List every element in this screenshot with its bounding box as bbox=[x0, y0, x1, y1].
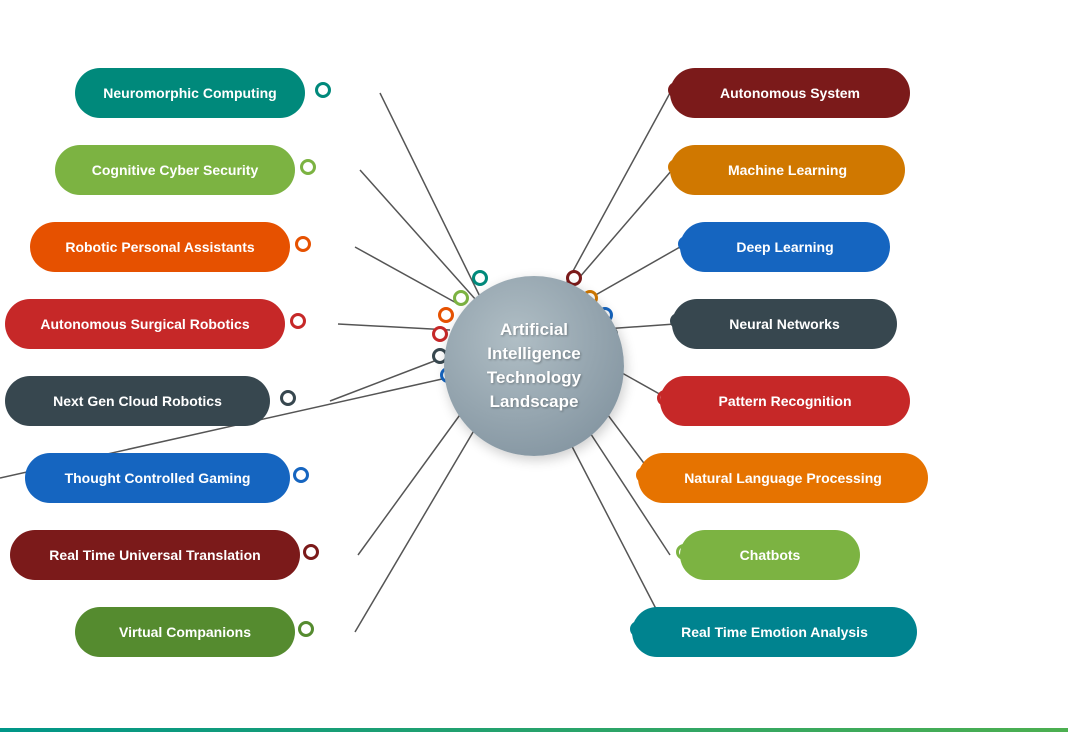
node-deep-learning: Deep Learning bbox=[680, 222, 890, 272]
node-nextgen: Next Gen Cloud Robotics bbox=[5, 376, 270, 426]
node-neuromorphic: Neuromorphic Computing bbox=[75, 68, 305, 118]
node-autonomous-surgical: Autonomous Surgical Robotics bbox=[5, 299, 285, 349]
dot-cognitive-end bbox=[300, 159, 316, 175]
dot-neuromorphic-end bbox=[315, 82, 331, 98]
node-robotic: Robotic Personal Assistants bbox=[30, 222, 290, 272]
dot-cognitive bbox=[453, 290, 469, 306]
node-cognitive: Cognitive Cyber Security bbox=[55, 145, 295, 195]
dot-virtual-end bbox=[298, 621, 314, 637]
dot-nextgen-end bbox=[280, 390, 296, 406]
node-thought: Thought Controlled Gaming bbox=[25, 453, 290, 503]
center-label: Artificial IntelligenceTechnologyLandsca… bbox=[444, 308, 624, 423]
node-chatbots: Chatbots bbox=[680, 530, 860, 580]
dot-robotic-end bbox=[295, 236, 311, 252]
node-machine-learning: Machine Learning bbox=[670, 145, 905, 195]
node-translation: Real Time Universal Translation bbox=[10, 530, 300, 580]
dot-translation-end bbox=[303, 544, 319, 560]
node-virtual: Virtual Companions bbox=[75, 607, 295, 657]
node-nlp: Natural Language Processing bbox=[638, 453, 928, 503]
dot-neuromorphic bbox=[472, 270, 488, 286]
diagram-container: Artificial IntelligenceTechnologyLandsca… bbox=[0, 0, 1068, 732]
node-emotion: Real Time Emotion Analysis bbox=[632, 607, 917, 657]
center-node: Artificial IntelligenceTechnologyLandsca… bbox=[444, 276, 624, 456]
dot-thought-end bbox=[293, 467, 309, 483]
node-pattern: Pattern Recognition bbox=[660, 376, 910, 426]
dot-surgical-end bbox=[290, 313, 306, 329]
node-autonomous-sys: Autonomous System bbox=[670, 68, 910, 118]
node-neural-networks: Neural Networks bbox=[672, 299, 897, 349]
